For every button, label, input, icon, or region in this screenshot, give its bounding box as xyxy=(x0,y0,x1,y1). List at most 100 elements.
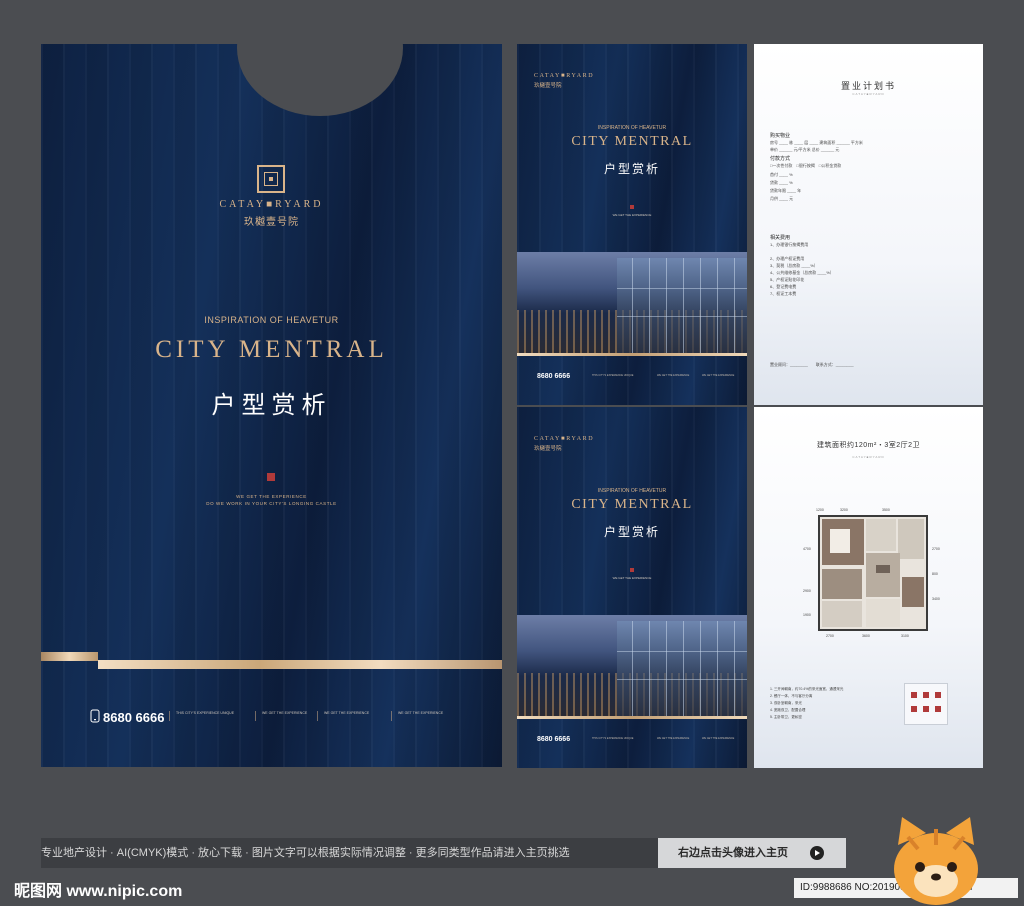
cover-title: CITY MENTRAL xyxy=(571,497,693,512)
fee-line: 5、产权证贴花印花 xyxy=(770,277,805,282)
slogan-line: WE GET THE EXPERIENCE xyxy=(612,213,652,217)
footer-divider xyxy=(391,711,392,721)
dim-left: 2900 xyxy=(803,589,811,593)
loan-row: 首付 ____ % xyxy=(770,172,793,177)
price-line: 单价 ______ 元/平方米 总价 ______ 元 xyxy=(770,147,840,152)
cover-title: CITY MENTRAL xyxy=(571,134,693,149)
cover-subtitle: 户型赏析 xyxy=(211,393,332,419)
brand-name-en: CATAY■RYARD xyxy=(219,199,324,210)
site-logo[interactable]: 昵图网 www.nipic.com xyxy=(14,877,182,901)
dim-top: 3500 xyxy=(882,508,890,512)
mini-cover-bottom: CATAY■RYARD 玖樾壹号院 INSPIRATION OF HEAVETU… xyxy=(517,407,747,768)
dim-bottom: 3100 xyxy=(901,634,909,638)
inspiration-line: INSPIRATION OF HEAVETUR xyxy=(597,125,667,131)
footer-text: WE GET THE EXPERIENCE xyxy=(657,737,690,740)
hotline-number: 8680 6666 xyxy=(537,373,571,380)
fee-line: 3、契税（总房款 ____%） xyxy=(770,263,818,268)
purchase-plan-page: 置业计划书 CATAY■RYARD 购买物业 房号 ____ 栋 ____ 层 … xyxy=(754,44,983,405)
dim-bottom: 2700 xyxy=(826,634,834,638)
fee-line: 7、权证工本费 xyxy=(770,291,797,296)
button-label: 右边点击头像进入主页 xyxy=(678,847,788,859)
footer-divider xyxy=(169,711,170,721)
dim-right: 800 xyxy=(932,572,938,576)
cat-mascot-avatar[interactable] xyxy=(888,815,984,906)
visit-homepage-button[interactable]: 右边点击头像进入主页 xyxy=(658,838,846,868)
brand-name-cn: 玖樾壹号院 xyxy=(244,217,299,228)
red-seal-icon xyxy=(630,568,634,572)
brand-name-en: CATAY■RYARD xyxy=(852,455,885,459)
footer-divider xyxy=(255,711,256,721)
phone-icon xyxy=(90,709,100,723)
loan-row: 贷款 ____ % xyxy=(770,180,793,185)
fee-line: 6、登记费电费 xyxy=(770,284,797,289)
brand-name-en: CATAY■RYARD xyxy=(534,436,595,442)
slogan-line-1: WE GET THE EXPERIENCE xyxy=(236,494,307,499)
feature-line: 1. 三开间朝南，约70.4%的采光面宽，通透采光 xyxy=(770,687,844,691)
master-bed xyxy=(830,529,850,553)
mini-cover-top: CATAY■RYARD 玖樾壹号院 INSPIRATION OF HEAVETU… xyxy=(517,44,747,405)
description-banner: 专业地产设计 · AI(CMYK)模式 · 放心下载 · 图片文字可以根据实际情… xyxy=(41,838,658,868)
dim-bottom: 3600 xyxy=(862,634,870,638)
kitchen xyxy=(898,519,924,559)
arrow-right-icon xyxy=(810,846,824,860)
inspiration-line: INSPIRATION OF HEAVETUR xyxy=(204,315,339,325)
banner-text: 专业地产设计 · AI(CMYK)模式 · 放心下载 · 图片文字可以根据实际情… xyxy=(41,847,570,859)
payment-options: □一次性付款 □银行按揭 □公积金贷款 xyxy=(770,163,842,168)
folder-notch xyxy=(237,44,403,116)
footer-text: THIS CITY'S EXPERIENCE UNIQUE xyxy=(592,374,634,377)
slogan-line: WE GET THE EXPERIENCE xyxy=(612,576,652,580)
dim-left: 4700 xyxy=(803,547,811,551)
footer-text-2: WE GET THE EXPERIENCE xyxy=(262,711,308,715)
footer-text-3: WE GET THE EXPERIENCE xyxy=(324,711,370,715)
hotline-number: 8680 6666 xyxy=(103,710,165,725)
footer-text: THIS CITY'S EXPERIENCE UNIQUE xyxy=(592,737,634,740)
brand-logo-icon xyxy=(257,165,285,193)
gold-accent-bar xyxy=(41,652,98,661)
red-seal-icon xyxy=(630,205,634,209)
brand-name-cn: 玖樾壹号院 xyxy=(534,446,562,452)
floor-plan-drawing xyxy=(818,515,928,631)
dining-area xyxy=(866,599,900,627)
feature-line: 4. 宽敞双卫，配置合理 xyxy=(770,708,806,712)
dim-right: 2700 xyxy=(932,547,940,551)
glass-building xyxy=(617,621,747,717)
brand-name-cn: 玖樾壹号院 xyxy=(534,83,562,89)
section-purchase: 购买物业 xyxy=(770,133,791,139)
page-title: 建筑面积约120m²・3室2厅2卫 xyxy=(816,442,921,449)
page-title: 置业计划书 xyxy=(840,81,896,91)
sofa xyxy=(876,565,890,573)
cover-subtitle: 户型赏析 xyxy=(603,525,660,539)
brochure-cover: CATAY■RYARD 玖樾壹号院 INSPIRATION OF HEAVETU… xyxy=(41,44,502,767)
floor-plan-page: 建筑面积约120m²・3室2厅2卫 CATAY■RYARD 1200 3200 … xyxy=(754,407,983,768)
brand-name-en: CATAY■RYARD xyxy=(852,92,885,96)
dim-left: 1900 xyxy=(803,613,811,617)
gold-accent-bar xyxy=(517,353,747,356)
footer-text: WE GET THE EXPERIENCE xyxy=(657,374,690,377)
fee-line: 2、办理产权证费用 xyxy=(770,256,805,261)
dim-top: 1200 xyxy=(816,508,824,512)
cover-subtitle: 户型赏析 xyxy=(603,162,660,176)
bedroom-3 xyxy=(902,577,924,607)
dim-right: 3400 xyxy=(932,597,940,601)
footer-text: WE GET THE EXPERIENCE xyxy=(702,374,735,377)
balcony xyxy=(822,601,862,627)
fee-line: 4、公共维修基金（总房款 ____%） xyxy=(770,270,834,275)
building-photo xyxy=(517,252,747,354)
signature-line: 置业顾问：________ 联系方式：________ xyxy=(770,362,854,367)
hotline-number: 8680 6666 xyxy=(537,736,571,743)
gold-accent-bar xyxy=(517,716,747,719)
bedroom-2 xyxy=(822,569,862,599)
fee-line: 1、办理银行按揭费用 xyxy=(770,242,809,247)
section-fees: 相关费用 xyxy=(770,235,791,241)
footer-text-4: WE GET THE EXPERIENCE xyxy=(398,711,444,715)
footer-divider xyxy=(317,711,318,721)
inspiration-line: INSPIRATION OF HEAVETUR xyxy=(597,488,667,494)
section-payment: 付款方式 xyxy=(770,156,791,162)
feature-line: 2. 餐厅一体，不与客厅分离 xyxy=(770,694,813,698)
purchase-line: 房号 ____ 栋 ____ 层 ____ 建筑面积 ______ 平方米 xyxy=(770,140,863,145)
red-seal-icon xyxy=(267,473,275,481)
feature-line: 5. 主卧带卫，更私密 xyxy=(770,715,802,719)
slogan-line-2: DO WE WORK IN YOUR CITY'S LONGING CASTLE xyxy=(206,501,337,506)
feature-line: 3. 双卧室朝南，采光 xyxy=(770,701,802,705)
footer-text: WE GET THE EXPERIENCE xyxy=(702,737,735,740)
